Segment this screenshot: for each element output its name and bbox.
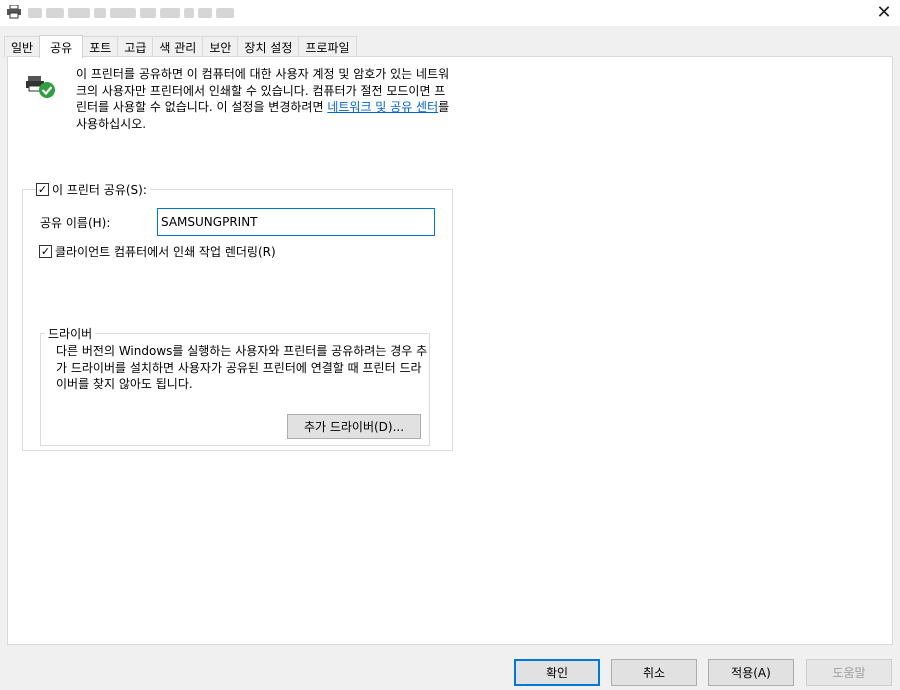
title-bar: ✕ (0, 0, 900, 26)
share-printer-checkbox[interactable]: ✓ (36, 183, 49, 196)
tab-ports[interactable]: 포트 (82, 36, 119, 57)
share-printer-checkbox-row[interactable]: ✓ 이 프린터 공유(S): (36, 181, 150, 198)
help-button: 도움말 (806, 659, 892, 686)
tab-device-settings[interactable]: 장치 설정 (237, 36, 300, 57)
tab-advanced[interactable]: 고급 (117, 36, 154, 57)
shared-printer-icon (26, 76, 55, 98)
tab-strip: 일반 공유 포트 고급 색 관리 보안 장치 설정 프로파일 (4, 35, 357, 58)
tab-label: 고급 (124, 40, 147, 55)
tab-security[interactable]: 보안 (202, 36, 239, 57)
tab-label: 공유 (50, 40, 73, 55)
tab-label: 프로파일 (305, 40, 350, 55)
tab-general[interactable]: 일반 (4, 36, 41, 57)
close-button[interactable]: ✕ (868, 0, 900, 24)
tab-sharing[interactable]: 공유 (39, 35, 84, 58)
cancel-button[interactable]: 취소 (611, 659, 697, 686)
share-name-label: 공유 이름(H): (40, 216, 111, 230)
tab-label: 일반 (11, 40, 34, 55)
apply-button[interactable]: 적용(A) (708, 659, 794, 686)
render-client-label: 클라이언트 컴퓨터에서 인쇄 작업 렌더링(R) (55, 245, 276, 259)
share-name-input[interactable] (157, 208, 435, 236)
tab-label: 보안 (209, 40, 232, 55)
tab-profile[interactable]: 프로파일 (298, 36, 357, 57)
tab-label: 색 관리 (159, 40, 197, 55)
printer-icon (7, 5, 21, 19)
sharing-panel: 이 프린터를 공유하면 이 컴퓨터에 대한 사용자 계정 및 암호가 있는 네트… (7, 56, 893, 645)
sharing-intro-text: 이 프린터를 공유하면 이 컴퓨터에 대한 사용자 계정 및 암호가 있는 네트… (76, 66, 456, 132)
tab-label: 포트 (89, 40, 112, 55)
tab-label: 장치 설정 (244, 40, 293, 55)
render-client-checkbox[interactable]: ✓ (39, 245, 52, 258)
additional-drivers-button[interactable]: 추가 드라이버(D)... (287, 414, 421, 439)
drivers-legend: 드라이버 (45, 325, 96, 342)
network-sharing-center-link[interactable]: 네트워크 및 공유 센터 (327, 100, 438, 114)
share-printer-label: 이 프린터 공유(S): (52, 183, 147, 197)
window-title-redacted (28, 8, 234, 18)
tab-color-management[interactable]: 색 관리 (152, 36, 204, 57)
drivers-description: 다른 버전의 Windows를 실행하는 사용자와 프린터를 공유하려는 경우 … (56, 344, 428, 391)
ok-button[interactable]: 확인 (514, 659, 600, 686)
close-icon: ✕ (876, 1, 892, 23)
render-client-checkbox-row[interactable]: ✓ 클라이언트 컴퓨터에서 인쇄 작업 렌더링(R) (39, 243, 276, 260)
